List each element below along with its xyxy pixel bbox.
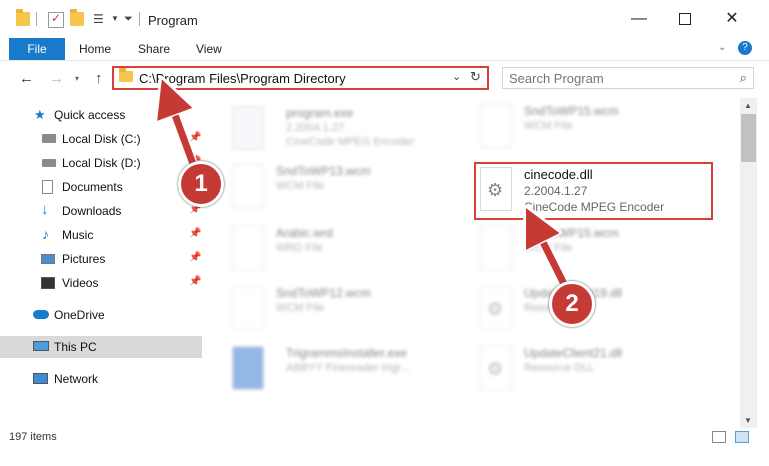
- arrow-1: [168, 96, 200, 174]
- callout-arrows: [0, 0, 573, 295]
- callout-badge-2: 2: [549, 281, 595, 327]
- callout-badge-1: 1: [178, 161, 224, 207]
